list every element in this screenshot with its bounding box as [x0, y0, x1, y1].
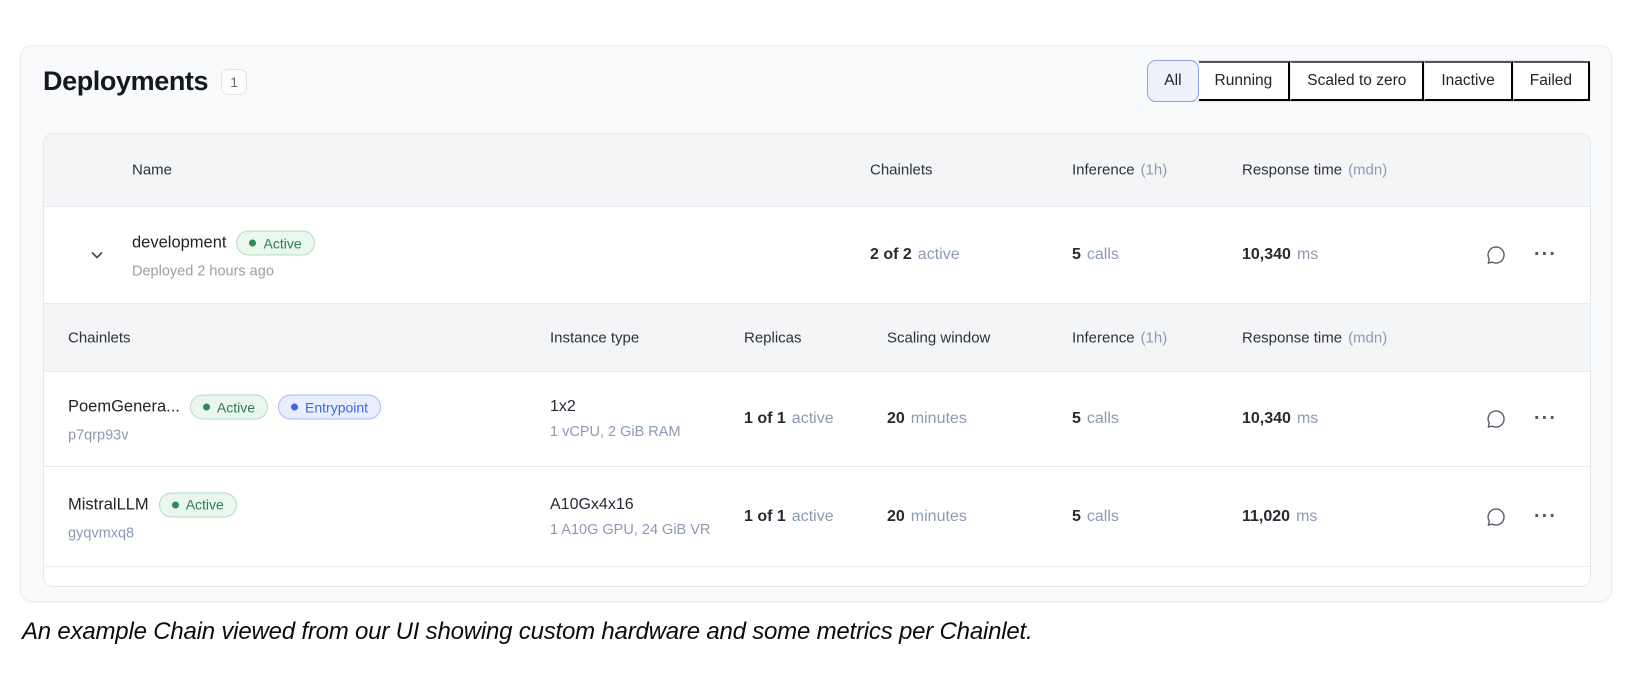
chainlets-count-label: active: [918, 246, 960, 264]
inference-count-label: calls: [1087, 508, 1119, 526]
replicas-label: active: [792, 508, 834, 526]
column-header-scaling-window: Scaling window: [887, 329, 990, 346]
row-menu-button[interactable]: ···: [1530, 501, 1561, 532]
chainlet-id: gyqvmxq8: [68, 525, 237, 541]
logs-chat-button[interactable]: [1481, 404, 1511, 434]
status-badge-label: Active: [186, 498, 224, 512]
status-badge-label: Active: [263, 236, 301, 250]
logs-chat-button[interactable]: [1481, 502, 1511, 532]
entrypoint-badge: Entrypoint: [278, 395, 381, 420]
active-dot-icon: [203, 404, 210, 411]
card-header: Deployments 1: [43, 66, 247, 97]
response-time-value: 10,340: [1242, 246, 1291, 264]
chainlets-count: 2 of 2: [870, 246, 912, 264]
replicas-label: active: [792, 410, 834, 428]
column-header-response-time-window: (mdn): [1348, 162, 1387, 179]
deployments-table: Name Chainlets Inference (1h) Response t…: [43, 133, 1591, 587]
column-header-inference: Inference: [1072, 162, 1135, 179]
active-dot-icon: [172, 501, 179, 508]
column-header-chainlets-sub: Chainlets: [68, 329, 131, 346]
filter-tab-running[interactable]: Running: [1199, 61, 1291, 101]
instance-type-value: 1x2: [550, 398, 681, 416]
status-badge-label: Active: [217, 400, 255, 414]
chat-bubble-icon: [1485, 244, 1507, 266]
logs-chat-button[interactable]: [1481, 240, 1511, 270]
ellipsis-icon: ···: [1534, 505, 1557, 528]
column-header-response-time: Response time: [1242, 162, 1342, 179]
deployment-name: development: [132, 234, 226, 253]
row-menu-button[interactable]: ···: [1530, 404, 1561, 435]
column-header-response-time-sub: Response time: [1242, 329, 1342, 346]
active-dot-icon: [249, 240, 256, 247]
status-badge: Active: [159, 492, 237, 517]
filter-tab-failed[interactable]: Failed: [1513, 61, 1590, 101]
instance-type-detail: 1 A10G GPU, 24 GiB VR: [550, 522, 710, 538]
response-time-unit: ms: [1297, 410, 1318, 428]
collapse-row-button[interactable]: [85, 243, 109, 267]
column-header-name: Name: [132, 162, 172, 179]
ellipsis-icon: ···: [1534, 408, 1557, 431]
page-title: Deployments: [43, 66, 208, 97]
ellipsis-icon: ···: [1534, 244, 1557, 267]
scaling-window-value: 20: [887, 410, 905, 428]
scaling-window-value: 20: [887, 508, 905, 526]
column-header-response-time-sub-window: (mdn): [1348, 329, 1387, 346]
figure-caption: An example Chain viewed from our UI show…: [22, 618, 1032, 646]
chainlet-id: p7qrp93v: [68, 428, 381, 444]
column-header-instance-type: Instance type: [550, 329, 639, 346]
table-bottom-padding: [44, 567, 1590, 587]
filter-tab-scaled-to-zero[interactable]: Scaled to zero: [1290, 61, 1424, 101]
chat-bubble-icon: [1485, 506, 1507, 528]
deployed-time: Deployed 2 hours ago: [132, 264, 315, 280]
status-badge: Active: [190, 395, 268, 420]
instance-type-value: A10Gx4x16: [550, 496, 710, 514]
chainlet-row-mistralllm[interactable]: MistralLLM Active gyqvmxq8 A10Gx4x16 1 A…: [44, 467, 1590, 567]
deployments-card: Deployments 1 All Running Scaled to zero…: [20, 45, 1612, 602]
response-time-value: 11,020: [1242, 508, 1290, 526]
row-menu-button[interactable]: ···: [1530, 240, 1561, 271]
chainlet-name: MistralLLM: [68, 495, 149, 514]
scaling-window-unit: minutes: [911, 508, 967, 526]
column-header-chainlets: Chainlets: [870, 162, 933, 179]
entrypoint-badge-label: Entrypoint: [305, 400, 368, 414]
inference-count: 5: [1072, 246, 1081, 264]
replicas-value: 1 of 1: [744, 410, 786, 428]
inference-count-label: calls: [1087, 246, 1119, 264]
column-header-replicas: Replicas: [744, 329, 802, 346]
chevron-down-icon: [89, 247, 105, 263]
chainlet-row-poemgenerator[interactable]: PoemGenera... Active Entrypoint p7qrp93v: [44, 372, 1590, 467]
status-badge: Active: [236, 231, 314, 256]
instance-type-detail: 1 vCPU, 2 GiB RAM: [550, 424, 681, 440]
entrypoint-dot-icon: [291, 404, 298, 411]
inference-count: 5: [1072, 508, 1081, 526]
chat-bubble-icon: [1485, 408, 1507, 430]
column-header-inference-sub-window: (1h): [1141, 329, 1168, 346]
column-header-inference-window: (1h): [1141, 162, 1168, 179]
replicas-value: 1 of 1: [744, 508, 786, 526]
inference-count: 5: [1072, 410, 1081, 428]
deployment-row[interactable]: development Active Deployed 2 hours ago …: [44, 207, 1590, 304]
deployments-count-badge: 1: [221, 69, 247, 95]
scaling-window-unit: minutes: [911, 410, 967, 428]
inference-count-label: calls: [1087, 410, 1119, 428]
filter-tab-all[interactable]: All: [1147, 60, 1198, 102]
filter-tabs: All Running Scaled to zero Inactive Fail…: [1147, 60, 1591, 102]
chainlet-name: PoemGenera...: [68, 398, 180, 417]
chainlet-table-header: Chainlets Instance type Replicas Scaling…: [44, 304, 1590, 372]
response-time-value: 10,340: [1242, 410, 1291, 428]
response-time-unit: ms: [1297, 246, 1318, 264]
filter-tab-inactive[interactable]: Inactive: [1424, 61, 1512, 101]
response-time-unit: ms: [1296, 508, 1317, 526]
main-table-header: Name Chainlets Inference (1h) Response t…: [44, 134, 1590, 207]
column-header-inference-sub: Inference: [1072, 329, 1135, 346]
